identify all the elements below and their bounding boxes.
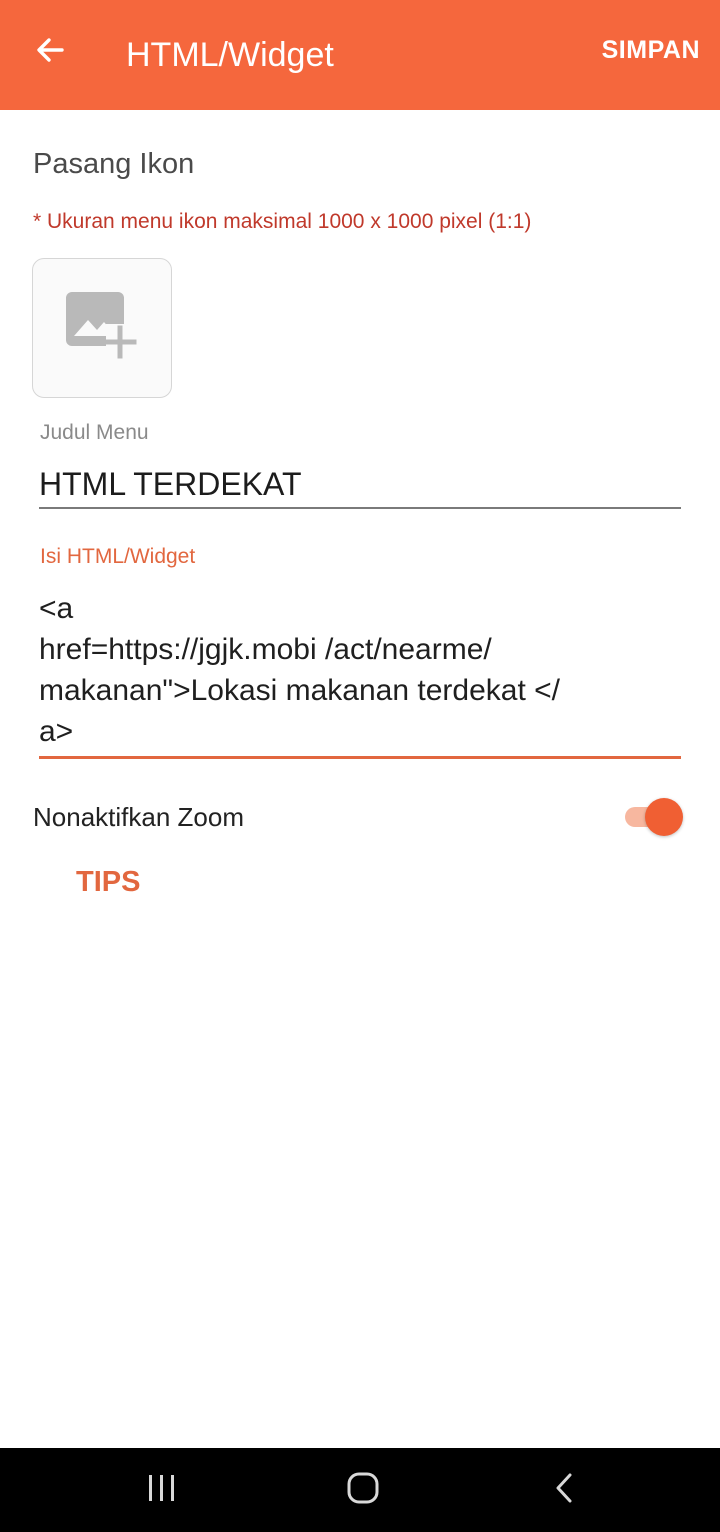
icon-section-title: Pasang Ikon: [33, 148, 195, 180]
screen: HTML/Widget SIMPAN Pasang Ikon * Ukuran …: [0, 0, 720, 1532]
zoom-label: Nonaktifkan Zoom: [33, 802, 244, 832]
system-back-button[interactable]: [534, 1466, 594, 1514]
arrow-left-icon: [34, 34, 66, 71]
save-button[interactable]: SIMPAN: [602, 33, 700, 67]
icon-picker-button[interactable]: [32, 258, 172, 398]
recents-icon: [146, 1473, 178, 1508]
home-button[interactable]: [333, 1466, 393, 1514]
html-widget-input[interactable]: <a href=https://jgjk.mobi /act/nearme/ m…: [39, 588, 681, 759]
system-nav-bar: [0, 1448, 720, 1532]
icon-size-hint: * Ukuran menu ikon maksimal 1000 x 1000 …: [33, 210, 532, 233]
page-title: HTML/Widget: [126, 36, 334, 74]
menu-title-input[interactable]: [39, 461, 681, 509]
back-button[interactable]: [22, 24, 78, 80]
zoom-setting-row: Nonaktifkan Zoom: [33, 796, 683, 838]
app-bar: HTML/Widget SIMPAN: [0, 0, 720, 110]
toggle-thumb: [645, 798, 683, 836]
menu-title-label: Judul Menu: [40, 421, 149, 444]
zoom-toggle[interactable]: [623, 798, 683, 836]
home-icon: [346, 1471, 380, 1510]
tips-button[interactable]: TIPS: [76, 864, 140, 900]
add-photo-icon: [64, 290, 140, 367]
back-chevron-icon: [553, 1472, 575, 1509]
recents-button[interactable]: [132, 1466, 192, 1514]
html-widget-label: Isi HTML/Widget: [40, 545, 196, 568]
